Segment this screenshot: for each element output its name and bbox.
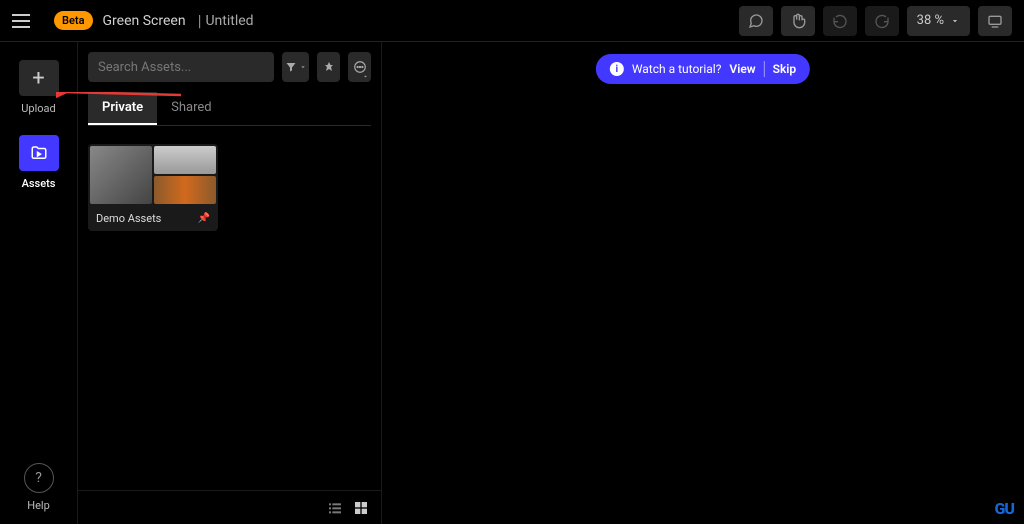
tutorial-text: Watch a tutorial? <box>632 62 722 76</box>
grid-view-button[interactable] <box>353 500 369 516</box>
list-icon <box>327 500 343 516</box>
more-button[interactable] <box>348 52 371 82</box>
zoom-value: 38 % <box>917 13 944 28</box>
canvas-area[interactable]: i Watch a tutorial? View Skip <box>382 42 1024 524</box>
asset-tabs: Private Shared <box>88 92 371 126</box>
list-view-button[interactable] <box>327 500 343 516</box>
folder-play-icon <box>30 144 48 162</box>
folder-name: Demo Assets <box>96 212 161 225</box>
upload-label: Upload <box>21 102 55 115</box>
help-label: Help <box>27 499 50 512</box>
assets-nav-button[interactable]: Assets <box>19 135 59 190</box>
help-icon: ? <box>24 463 54 493</box>
display-icon <box>987 13 1003 29</box>
pin-button[interactable] <box>317 52 340 82</box>
tab-shared[interactable]: Shared <box>157 92 225 125</box>
upload-button[interactable]: + Upload <box>19 60 59 115</box>
folder-thumbnails <box>88 144 218 206</box>
assets-label: Assets <box>22 177 56 190</box>
display-button[interactable] <box>978 6 1012 36</box>
tab-private[interactable]: Private <box>88 92 157 125</box>
pin-icon <box>323 61 335 73</box>
watermark: GU <box>995 499 1015 518</box>
redo-icon <box>874 13 890 29</box>
title-divider: | <box>198 11 202 30</box>
undo-icon <box>832 13 848 29</box>
search-input[interactable] <box>88 52 274 82</box>
pin-icon[interactable]: 📌 <box>198 213 210 224</box>
grid-icon <box>353 500 369 516</box>
assets-panel: Private Shared Demo Assets 📌 <box>78 42 382 524</box>
tutorial-view-button[interactable]: View <box>729 62 755 76</box>
plus-icon: + <box>19 60 59 96</box>
chevron-down-icon <box>362 73 369 80</box>
help-button[interactable]: ? Help <box>24 463 54 512</box>
folder-demo-assets[interactable]: Demo Assets 📌 <box>88 144 218 231</box>
chevron-down-icon <box>299 63 307 71</box>
menu-button[interactable] <box>12 9 36 33</box>
hand-icon <box>790 13 806 29</box>
left-nav: + Upload Assets ? Help <box>0 42 78 524</box>
chevron-down-icon <box>950 16 960 26</box>
zoom-dropdown[interactable]: 38 % <box>907 6 970 36</box>
comment-button[interactable] <box>739 6 773 36</box>
undo-button[interactable] <box>823 6 857 36</box>
more-icon <box>353 60 367 74</box>
project-title[interactable]: Untitled <box>205 13 253 29</box>
info-icon: i <box>610 62 624 76</box>
redo-button[interactable] <box>865 6 899 36</box>
tutorial-skip-button[interactable]: Skip <box>773 62 797 76</box>
top-bar: Beta Green Screen | Untitled 38 % <box>0 0 1024 42</box>
comment-icon <box>748 13 764 29</box>
filter-button[interactable] <box>282 52 309 82</box>
filter-icon <box>285 61 297 73</box>
pan-button[interactable] <box>781 6 815 36</box>
app-name: Green Screen <box>103 13 186 29</box>
beta-badge: Beta <box>54 11 93 30</box>
tutorial-banner: i Watch a tutorial? View Skip <box>596 54 810 84</box>
